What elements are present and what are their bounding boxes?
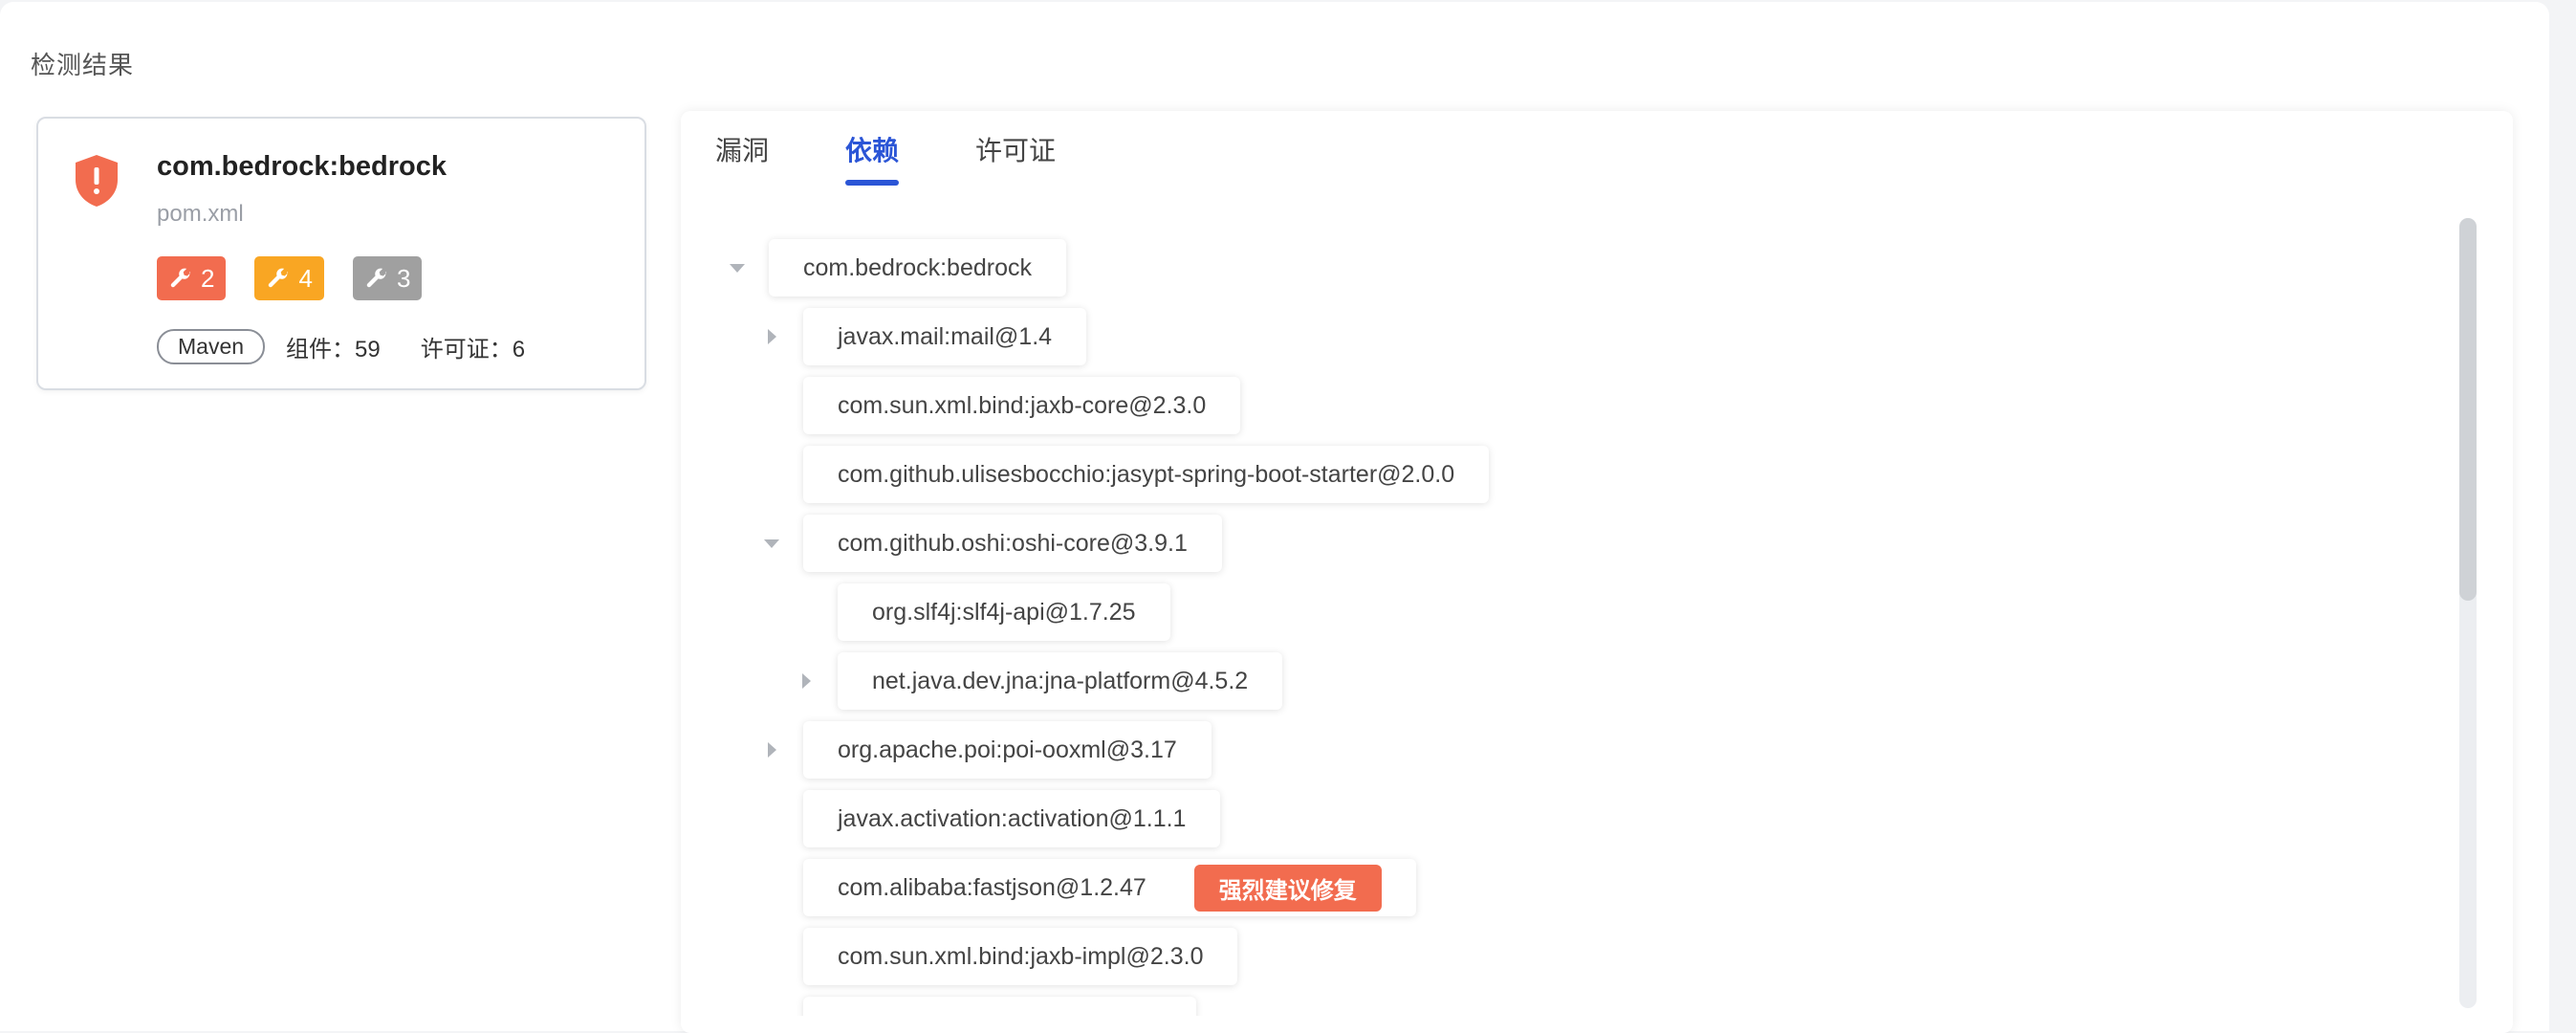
tab-0[interactable]: 漏洞	[715, 130, 769, 182]
dependency-panel: 漏洞 依赖 许可证 com.bedrock:bedrock javax.mail:ma…	[681, 111, 2513, 1033]
project-meta: Maven 组件：59 许可证：6	[157, 329, 565, 364]
caret-down-icon[interactable]	[727, 257, 748, 278]
shield-alert-icon	[76, 155, 118, 207]
severity-badge-count: 2	[201, 263, 215, 293]
dependency-label: javax.activation:activation@1.1.1	[838, 804, 1187, 832]
severity-badge: 3	[352, 256, 423, 300]
wrench-icon	[266, 266, 291, 291]
dependency-label: com.sun.xml.bind:jaxb-core@2.3.0	[838, 391, 1207, 419]
dependency-node[interactable]: com.sun.xml.bind:jaxb-impl@2.3.0	[803, 928, 1238, 985]
tab-2[interactable]: 许可证	[975, 130, 1056, 182]
dependency-node[interactable]: com.sun.xml.bind:jaxb-core@2.3.0	[803, 377, 1241, 434]
severity-badge-count: 4	[298, 263, 313, 293]
licenses-count: 许可证：6	[420, 337, 526, 363]
dependency-node[interactable]: org.slf4j:slf4j-api@1.7.25	[838, 583, 1170, 641]
dependency-label: com.bedrock:bedrock	[803, 253, 1033, 281]
tree-scrollbar[interactable]	[2459, 218, 2477, 1008]
tab-1[interactable]: 依赖	[845, 130, 900, 186]
dependency-node[interactable]: org.apache.poi:poi-ooxml@3.17	[803, 721, 1212, 779]
page-container: 检测结果 com.bedrock:bedrock pom.xml 2 4 3 Mav…	[0, 2, 2549, 1033]
dependency-node[interactable]: javax.activation:activation@1.1.1	[803, 790, 1221, 847]
dependency-node[interactable]: com.bedrock:bedrock	[769, 239, 1067, 297]
fix-recommended-tag: 强烈建议修复	[1193, 864, 1382, 912]
dependency-tree: com.bedrock:bedrock javax.mail:mail@1.4 co…	[681, 216, 2456, 1016]
dependency-label: org.apache.poi:poi-ooxml@3.17	[838, 736, 1177, 763]
project-name: com.bedrock:bedrock	[157, 151, 447, 182]
dependency-node[interactable]: com.github.ulisesbocchio:jasypt-spring-b…	[803, 446, 1490, 503]
wrench-icon	[168, 266, 193, 291]
dependency-node[interactable]: commons-io:commons-io@2.5	[803, 997, 1197, 1017]
dependency-node[interactable]: net.java.dev.jna:jna-platform@4.5.2	[838, 652, 1283, 710]
dependency-label: commons-io:commons-io@2.5	[838, 1012, 1162, 1017]
dependency-node[interactable]: com.github.oshi:oshi-core@3.9.1	[803, 515, 1222, 572]
dependency-label: net.java.dev.jna:jna-platform@4.5.2	[872, 667, 1249, 694]
caret-right-icon[interactable]	[796, 670, 817, 692]
components-count: 组件：59	[286, 337, 381, 363]
caret-right-icon[interactable]	[761, 326, 782, 347]
caret-right-icon[interactable]	[761, 739, 782, 760]
caret-down-icon[interactable]	[761, 533, 782, 554]
dependency-label: com.alibaba:fastjson@1.2.47	[838, 873, 1146, 901]
project-card[interactable]: com.bedrock:bedrock pom.xml 2 4 3 Maven 组件…	[36, 117, 646, 390]
package-type-tag: Maven	[157, 329, 266, 364]
dependency-label: com.github.ulisesbocchio:jasypt-spring-b…	[838, 460, 1455, 488]
section-title: 检测结果	[31, 51, 135, 79]
severity-badge-count: 3	[396, 263, 411, 293]
severity-badge: 4	[254, 256, 324, 300]
dependency-node[interactable]: javax.mail:mail@1.4	[803, 308, 1087, 365]
dependency-label: org.slf4j:slf4j-api@1.7.25	[872, 598, 1136, 626]
scrollbar-thumb[interactable]	[2459, 218, 2477, 601]
dependency-node[interactable]: com.alibaba:fastjson@1.2.47 强烈建议修复	[803, 859, 1416, 916]
dependency-label: javax.mail:mail@1.4	[838, 322, 1053, 350]
result-tabs: 漏洞 依赖 许可证	[715, 130, 1056, 186]
project-file: pom.xml	[157, 201, 244, 227]
severity-badges: 2 4 3	[157, 256, 423, 300]
dependency-label: com.sun.xml.bind:jaxb-impl@2.3.0	[838, 942, 1204, 970]
wrench-icon	[364, 266, 389, 291]
dependency-label: com.github.oshi:oshi-core@3.9.1	[838, 529, 1188, 557]
severity-badge: 2	[157, 256, 227, 300]
